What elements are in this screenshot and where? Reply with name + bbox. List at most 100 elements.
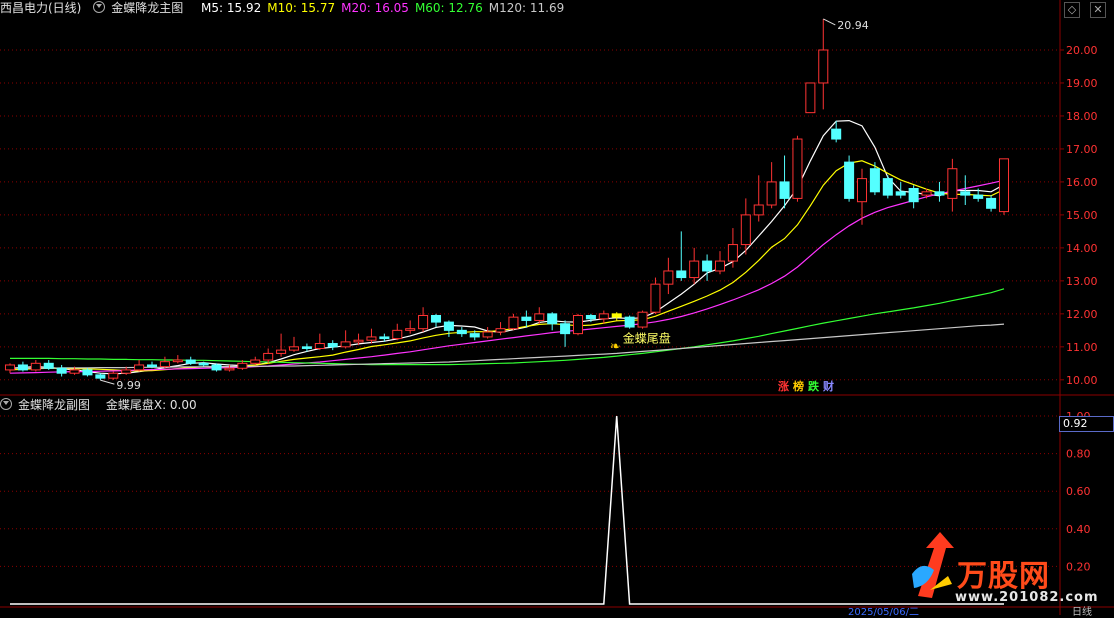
candle-body bbox=[947, 168, 958, 199]
candle-body bbox=[134, 364, 145, 371]
brand-logo-text: 万股网 bbox=[957, 559, 1050, 594]
candle-body bbox=[327, 343, 338, 348]
signal-label: 金蝶尾盘 bbox=[623, 330, 671, 345]
candle-body bbox=[405, 328, 416, 331]
candle-body bbox=[547, 313, 558, 325]
date-fragment: 2025/05/06/二 bbox=[848, 607, 920, 618]
candle-body bbox=[430, 314, 442, 323]
candle-body bbox=[198, 362, 209, 366]
candle-body bbox=[211, 364, 222, 371]
period-label[interactable]: 日线 bbox=[1072, 603, 1092, 618]
candle-body bbox=[831, 128, 842, 140]
candle-body bbox=[805, 82, 816, 114]
butterfly-icon: ❧ bbox=[610, 339, 621, 354]
tag-die[interactable]: 跌 bbox=[807, 380, 820, 393]
candle-body bbox=[986, 197, 997, 209]
candle-body bbox=[727, 244, 738, 262]
candle-body bbox=[340, 341, 351, 348]
sub-value-label: 金蝶尾盘X: 0.00 bbox=[105, 398, 197, 412]
low-label: 9.99 bbox=[116, 379, 141, 392]
tag-zhang[interactable]: 涨 bbox=[777, 380, 790, 393]
ma-label-0: M5: 15.92 bbox=[201, 1, 262, 15]
main-tick-label: 11.00 bbox=[1066, 341, 1098, 354]
sub-indicator-name: 金蝶降龙副图 bbox=[18, 398, 91, 412]
main-tick-label: 10.00 bbox=[1066, 374, 1098, 387]
candle-body bbox=[288, 346, 300, 351]
dropdown-circle-icon[interactable] bbox=[0, 398, 12, 410]
sub-indicator[interactable]: 金蝶降龙副图 bbox=[0, 398, 100, 412]
candle-body bbox=[482, 331, 493, 338]
main-tick-label: 12.00 bbox=[1066, 308, 1098, 321]
candle-body bbox=[4, 364, 16, 371]
candle-body bbox=[495, 328, 506, 333]
candle-body bbox=[934, 191, 945, 196]
main-tick-label: 13.00 bbox=[1066, 275, 1098, 288]
candle-body bbox=[766, 181, 777, 206]
candle-body bbox=[856, 178, 868, 203]
main-tick-label: 18.00 bbox=[1066, 110, 1098, 123]
candle-body bbox=[250, 359, 261, 364]
window-toggle-icon[interactable]: ◇ bbox=[1064, 2, 1080, 18]
candle-body bbox=[869, 168, 880, 193]
main-indicator[interactable]: 金蝶降龙主图 bbox=[93, 1, 193, 15]
candle-body bbox=[689, 260, 700, 279]
ma-line-M5 bbox=[9, 119, 1005, 375]
candle-body bbox=[172, 359, 183, 363]
ma-legend: M5: 15.92 M10: 15.77 M20: 16.05 M60: 12.76 M… bbox=[201, 1, 570, 15]
main-tick-label: 15.00 bbox=[1066, 209, 1098, 222]
main-tick-label: 19.00 bbox=[1066, 77, 1098, 90]
chart-canvas[interactable]: 10.00 11.00 12.00 13.00 14.00 15.00 16.00 17.00… bbox=[0, 0, 1114, 615]
tag-bang[interactable]: 榜 bbox=[792, 380, 805, 393]
candle-body bbox=[895, 191, 906, 196]
candle-body bbox=[418, 314, 429, 330]
candle-body bbox=[960, 191, 971, 196]
candle-body bbox=[637, 311, 648, 328]
main-tick-label: 20.00 bbox=[1066, 44, 1098, 57]
candle-body bbox=[108, 372, 119, 379]
candle-body bbox=[534, 313, 545, 321]
candle-body bbox=[56, 367, 67, 374]
candle-body bbox=[740, 214, 751, 246]
candle-body bbox=[702, 260, 713, 272]
candle-body bbox=[882, 178, 893, 196]
candle-body bbox=[650, 283, 661, 313]
ma-label-2: M20: 16.05 bbox=[341, 1, 409, 15]
candle-body bbox=[676, 270, 687, 279]
sub-tick-label: 0.20 bbox=[1066, 560, 1091, 573]
sub-tick-label: 0.40 bbox=[1066, 523, 1091, 536]
candle-body bbox=[844, 161, 855, 199]
candle-body bbox=[624, 316, 635, 328]
stock-title[interactable]: 西昌电力(日线) bbox=[0, 1, 81, 15]
candle-body bbox=[921, 191, 932, 196]
dropdown-circle-icon[interactable] bbox=[93, 1, 106, 13]
candle-body bbox=[598, 313, 609, 320]
window-close-icon[interactable]: ✕ bbox=[1090, 2, 1106, 18]
candle-body bbox=[185, 359, 196, 364]
ma-line-M10 bbox=[9, 160, 1005, 372]
main-indicator-name: 金蝶降龙主图 bbox=[111, 1, 184, 15]
main-tick-label: 16.00 bbox=[1066, 176, 1098, 189]
candle-body bbox=[456, 329, 467, 335]
candle-body bbox=[714, 260, 726, 272]
candle-body bbox=[663, 270, 674, 285]
candle-body bbox=[443, 321, 454, 331]
tag-cai[interactable]: 财 bbox=[822, 380, 835, 393]
candle-body bbox=[379, 336, 390, 340]
chart-window[interactable]: 10.00 11.00 12.00 13.00 14.00 15.00 16.00 17.00… bbox=[0, 0, 1114, 618]
sub-tick-label: 0.60 bbox=[1066, 485, 1091, 498]
high-pointer bbox=[823, 18, 836, 26]
candle-body bbox=[611, 313, 622, 318]
candle-body bbox=[82, 369, 93, 376]
candle-body bbox=[392, 329, 403, 340]
candle-body bbox=[572, 314, 584, 335]
candle-body bbox=[314, 343, 325, 349]
candle-body bbox=[146, 364, 158, 368]
candle-body bbox=[69, 369, 80, 374]
candle-body bbox=[121, 369, 132, 374]
candle-body bbox=[753, 204, 764, 216]
ma-label-4: M120: 11.69 bbox=[488, 1, 565, 15]
ma-label-1: M10: 15.77 bbox=[267, 1, 336, 15]
candle-body bbox=[585, 314, 596, 320]
candle-body bbox=[353, 339, 364, 343]
candle-body bbox=[792, 138, 803, 199]
